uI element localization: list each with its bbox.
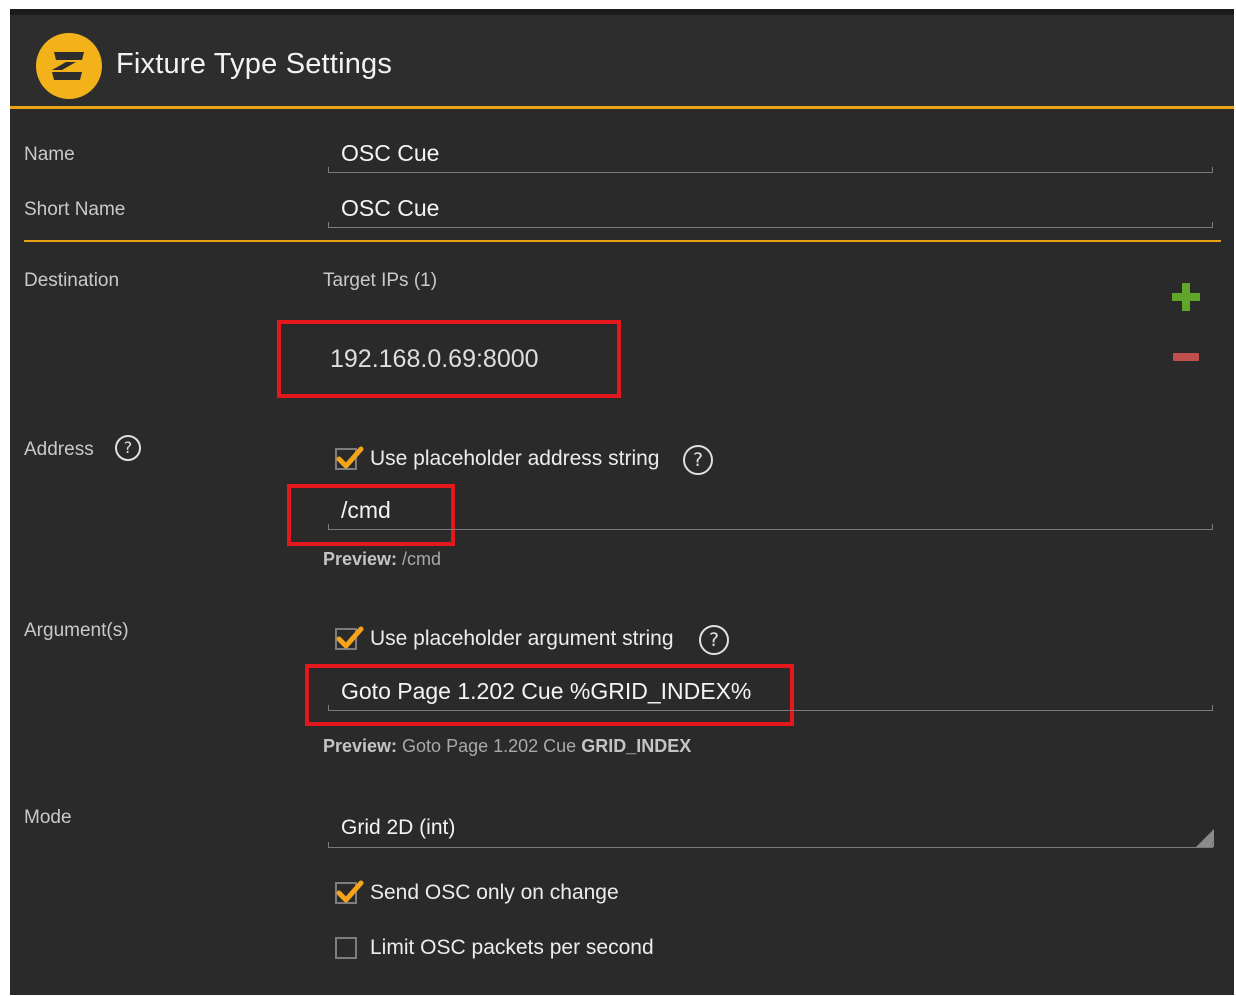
short-name-input[interactable]: OSC Cue [341,195,439,222]
target-ip-item[interactable]: 192.168.0.69:8000 [330,345,539,374]
mode-label: Mode [24,807,72,828]
argument-preview-value: Goto Page 1.202 Cue [397,736,582,756]
header-accent-line [10,106,1234,109]
short-name-label: Short Name [24,199,126,220]
page-title: Fixture Type Settings [116,48,393,80]
address-placeholder-help-icon[interactable]: ? [683,445,713,475]
arguments-label: Argument(s) [24,620,129,641]
argument-placeholder-checkbox[interactable] [335,626,364,650]
argument-placeholder-label: Use placeholder argument string [370,627,674,650]
destination-label: Destination [24,270,120,291]
argument-preview: Preview: Goto Page 1.202 Cue GRID_INDEX [323,736,691,757]
address-help-icon[interactable]: ? [115,435,141,461]
address-preview-value: /cmd [397,549,442,569]
checkmark-icon [336,880,364,903]
limit-packets-checkbox[interactable] [335,937,357,959]
checkmark-icon [336,446,364,469]
target-ips-label: Target IPs (1) [323,270,438,291]
short-name-input-underline [328,222,1213,228]
argument-preview-variable: GRID_INDEX [581,736,692,756]
address-preview: Preview: /cmd [323,549,441,570]
section-divider [24,240,1221,242]
address-input[interactable]: /cmd [341,497,391,524]
address-placeholder-label: Use placeholder address string [370,447,660,470]
address-placeholder-checkbox[interactable] [335,446,364,470]
argument-preview-label: Preview: [323,736,398,756]
checkmark-icon [336,626,364,649]
send-on-change-label: Send OSC only on change [370,881,619,904]
settings-window: Fixture Type Settings Name OSC Cue Short… [10,9,1234,995]
mode-dropdown-underline [328,842,1213,848]
argument-placeholder-help-icon[interactable]: ? [699,625,729,655]
name-label: Name [24,144,75,165]
mode-dropdown[interactable]: Grid 2D (int) [341,816,455,840]
limit-packets-label: Limit OSC packets per second [370,936,654,959]
address-label: Address [24,439,94,460]
minus-icon[interactable] [1173,353,1199,361]
address-preview-label: Preview: [323,549,398,569]
name-input[interactable]: OSC Cue [341,140,439,167]
send-on-change-checkbox[interactable] [335,880,364,904]
address-input-underline [328,524,1213,530]
app-logo-icon [36,33,102,99]
argument-input-underline [328,705,1213,711]
argument-input[interactable]: Goto Page 1.202 Cue %GRID_INDEX% [341,678,751,705]
plus-icon[interactable] [1171,282,1201,312]
name-input-underline [328,167,1213,173]
header-bar: Fixture Type Settings [10,15,1234,107]
